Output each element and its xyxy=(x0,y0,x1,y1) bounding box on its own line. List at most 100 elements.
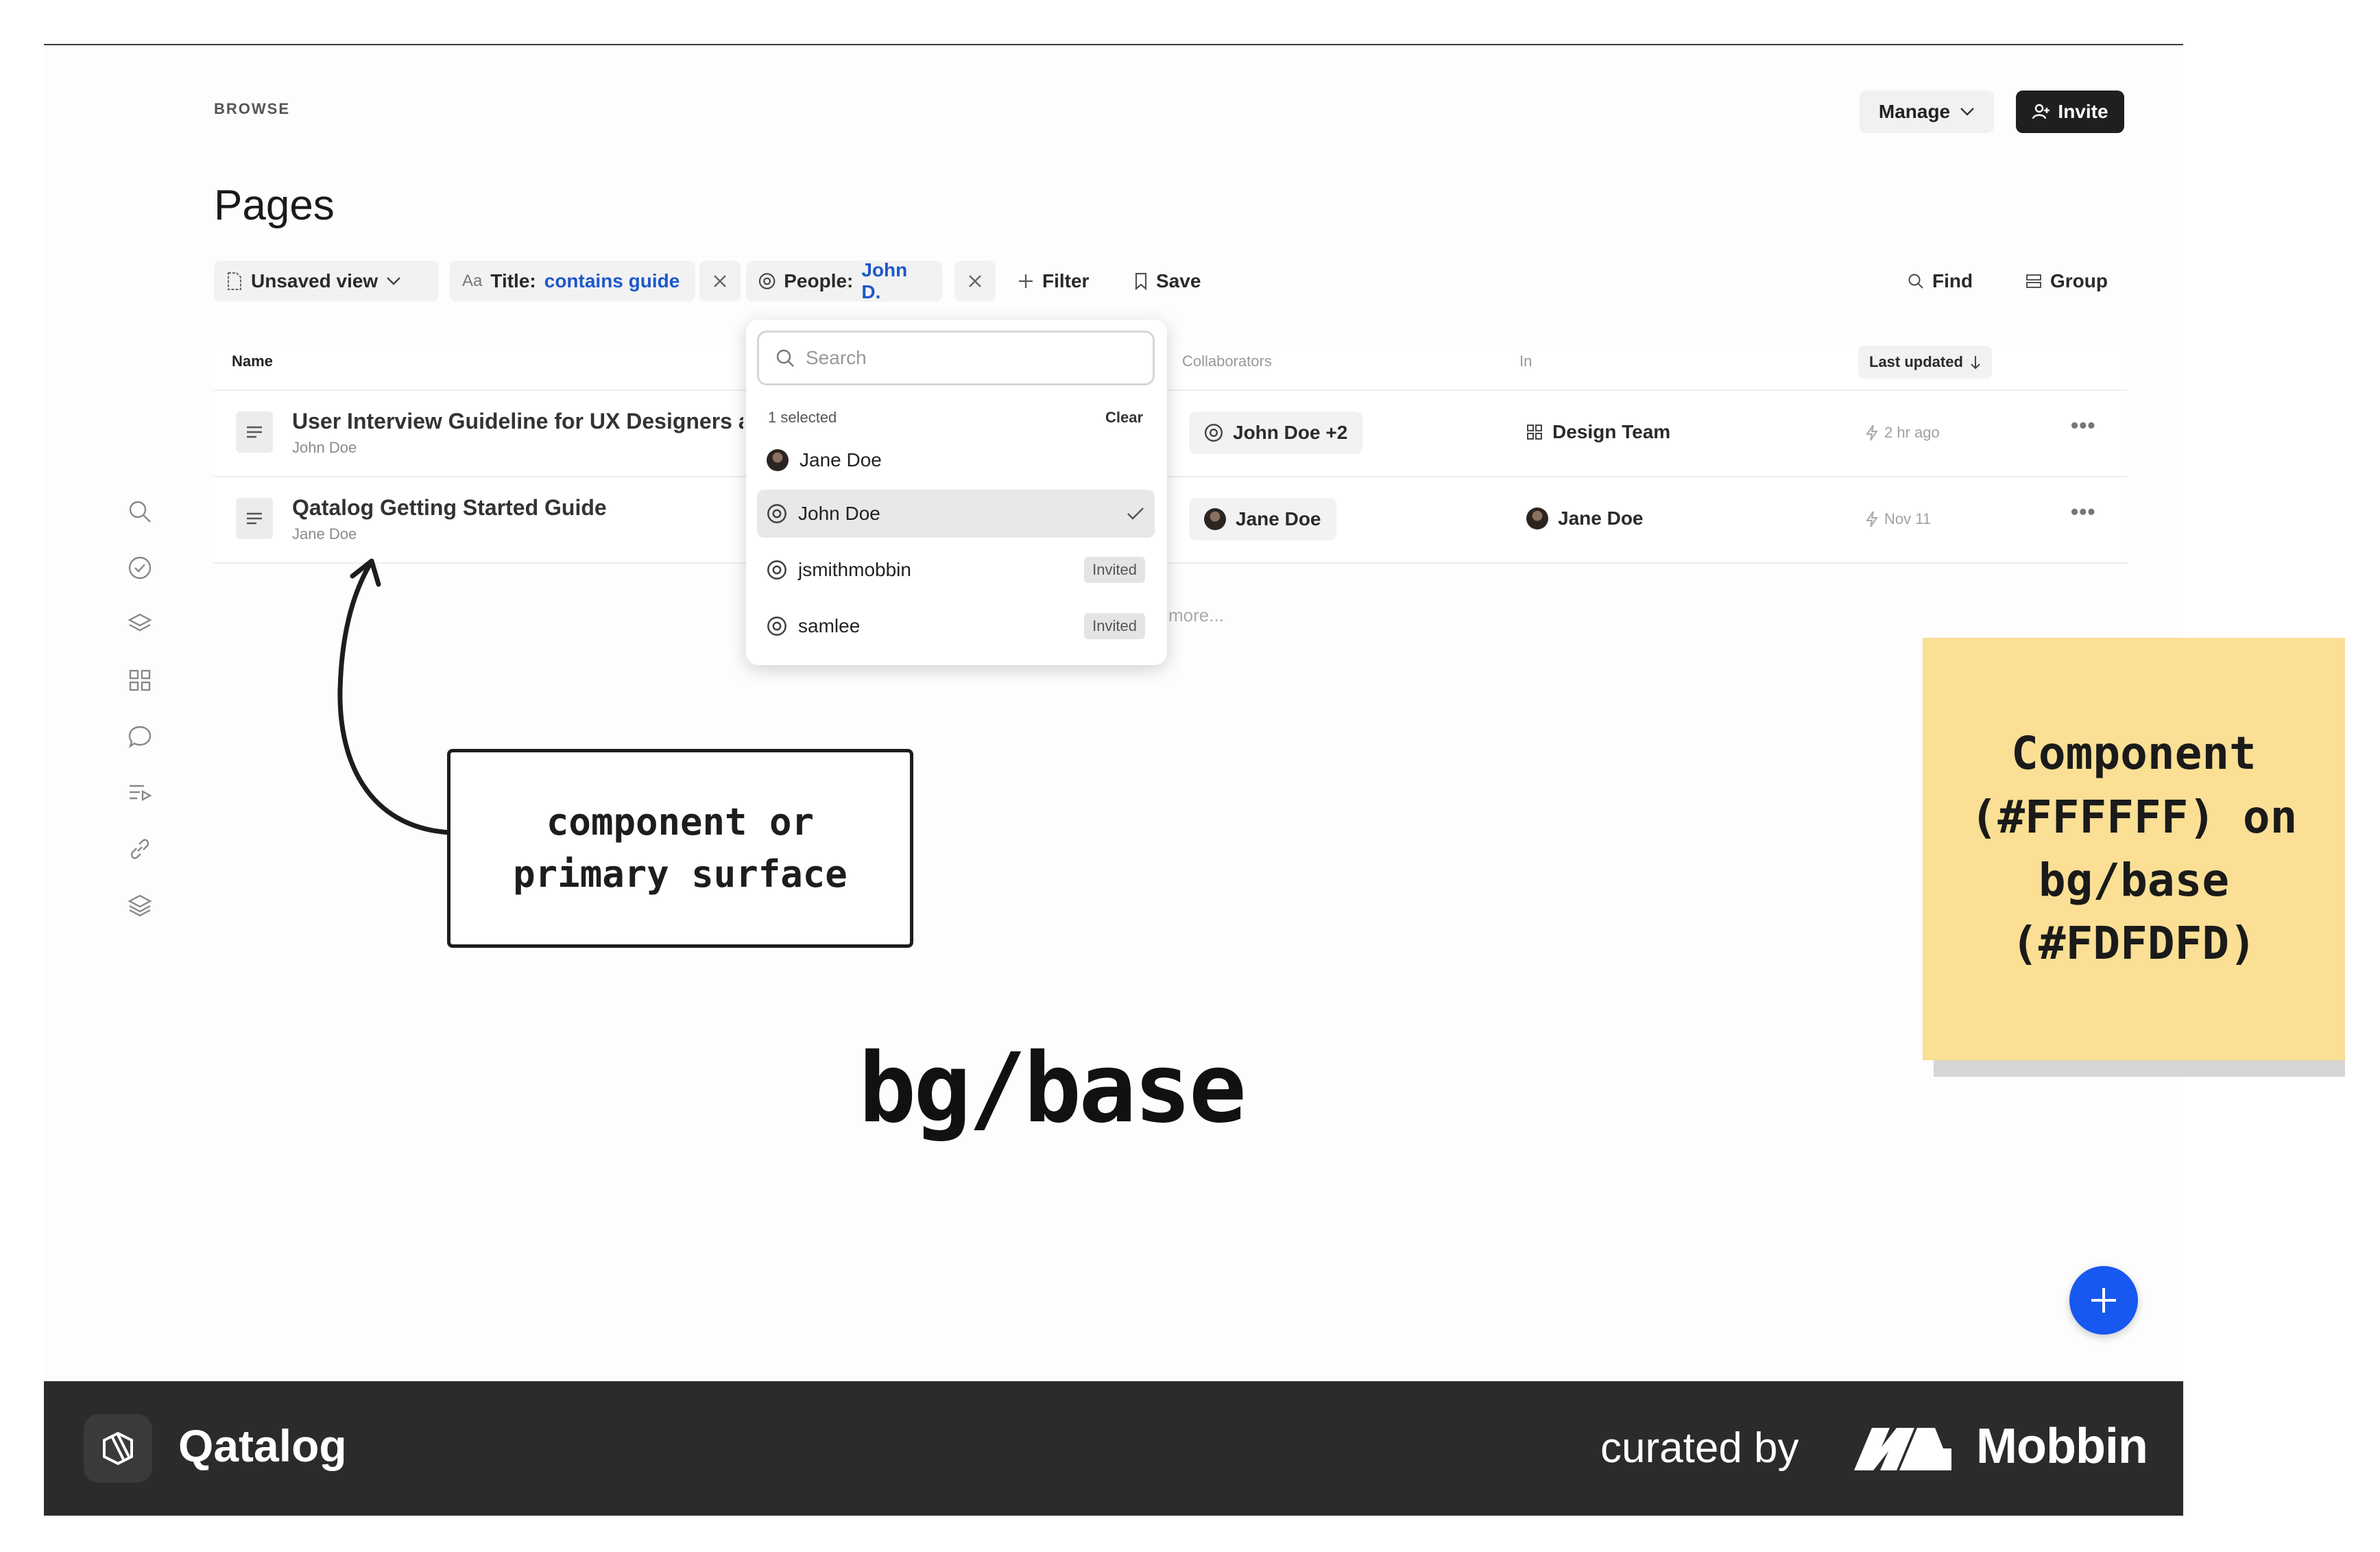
plus-icon xyxy=(1019,274,1033,288)
more-options-icon[interactable]: ••• xyxy=(2071,413,2096,438)
grid-icon xyxy=(1527,425,1542,440)
text-lines-icon xyxy=(247,512,262,525)
invite-button[interactable]: Invite xyxy=(2016,91,2124,133)
dropdown-search-field[interactable]: Search xyxy=(757,331,1155,385)
location-label: Design Team xyxy=(1552,421,1671,442)
group-button[interactable]: Group xyxy=(2026,261,2108,302)
people-filter-value: John D. xyxy=(861,259,908,302)
search-icon xyxy=(1908,274,1923,289)
mobbin-logo-icon xyxy=(1854,1428,1951,1470)
sticky-line: (#FDFDFD) xyxy=(2011,917,2257,970)
chat-bubble-icon[interactable] xyxy=(126,723,154,750)
table-row-title[interactable]: Qatalog Getting Started Guide xyxy=(292,495,743,521)
remove-title-filter-button[interactable] xyxy=(699,261,741,302)
playlist-icon[interactable] xyxy=(126,779,154,807)
invited-badge: Invited xyxy=(1084,613,1145,639)
more-results-link[interactable]: more... xyxy=(1168,605,1224,626)
table-row-title[interactable]: User Interview Guideline for UX Designer… xyxy=(292,409,743,434)
title-filter-value: contains guide xyxy=(544,270,680,291)
collaborators-pill[interactable]: Jane Doe xyxy=(1189,498,1336,540)
people-filter-chip[interactable]: People: John D. xyxy=(746,259,942,302)
plus-icon xyxy=(2091,1288,2116,1313)
add-user-icon xyxy=(2032,104,2050,119)
page-icon xyxy=(236,411,273,453)
people-filter-prefix: People: xyxy=(784,270,854,291)
location-cell[interactable]: Jane Doe xyxy=(1526,508,1644,529)
updated-label: 2 hr ago xyxy=(1884,424,1940,441)
table-divider xyxy=(214,562,2127,564)
find-label: Find xyxy=(1932,270,1973,291)
invite-label: Invite xyxy=(2058,101,2108,122)
location-cell[interactable]: Design Team xyxy=(1526,421,1670,443)
collaborators-pill[interactable]: John Doe +2 xyxy=(1189,411,1363,454)
page-title: Pages xyxy=(214,182,335,229)
column-header-in[interactable]: In xyxy=(1519,353,1532,370)
at-sign-icon xyxy=(1204,423,1223,442)
brand-name: Mobbin xyxy=(1976,1419,2148,1474)
page-icon xyxy=(236,498,273,539)
curated-by-label: curated by xyxy=(1600,1424,1799,1472)
sticky-line: bg/base xyxy=(2038,854,2230,907)
view-selector[interactable]: Unsaved view xyxy=(214,261,439,302)
callout-line: component or xyxy=(546,800,815,844)
app-name: Qatalog xyxy=(178,1420,347,1471)
option-label: samlee xyxy=(798,615,861,636)
column-header-last-updated[interactable]: Last updated xyxy=(1858,346,1992,379)
updated-cell: 2 hr ago xyxy=(1865,424,1940,442)
collaborators-label: Jane Doe xyxy=(1236,508,1321,529)
more-options-icon[interactable]: ••• xyxy=(2071,499,2096,525)
dropdown-option-selected[interactable]: John Doe xyxy=(757,490,1155,538)
avatar xyxy=(1526,508,1548,529)
dropdown-option[interactable]: samlee Invited xyxy=(757,602,1155,650)
qatalog-logo-icon xyxy=(84,1414,152,1483)
text-lines-icon xyxy=(247,426,262,438)
people-dropdown: Search 1 selected Clear Jane Doe John Do… xyxy=(746,320,1167,665)
search-icon[interactable] xyxy=(126,498,154,525)
manage-button[interactable]: Manage xyxy=(1860,91,1994,133)
link-icon[interactable] xyxy=(126,835,154,863)
updated-label: Nov 11 xyxy=(1884,510,1932,527)
avatar xyxy=(1204,508,1226,530)
group-label: Group xyxy=(2050,270,2108,291)
view-label: Unsaved view xyxy=(251,270,378,291)
dropdown-option[interactable]: Jane Doe xyxy=(757,436,1155,484)
updated-cell: Nov 11 xyxy=(1865,510,1931,528)
arrow-down-icon xyxy=(1971,356,1980,370)
create-button[interactable] xyxy=(2069,1266,2138,1335)
at-sign-icon xyxy=(767,617,786,636)
remove-people-filter-button[interactable] xyxy=(954,261,996,302)
annotation-callout: component or primary surface xyxy=(447,749,913,948)
sticky-note: Component (#FFFFFF) on bg/base (#FDFDFD) xyxy=(1923,638,2345,1060)
table-row-author: John Doe xyxy=(292,439,357,456)
layers-icon[interactable] xyxy=(126,892,154,919)
group-icon xyxy=(2026,274,2041,288)
column-header-collaborators[interactable]: Collaborators xyxy=(1182,353,1272,370)
sticky-line: (#FFFFFF) on xyxy=(1970,790,2298,844)
footer-bar: Qatalog curated by Mobbin xyxy=(44,1381,2183,1516)
save-view-button[interactable]: Save xyxy=(1134,261,1201,302)
find-button[interactable]: Find xyxy=(1908,261,1973,302)
grid-icon[interactable] xyxy=(126,667,154,694)
filter-label: Filter xyxy=(1042,270,1090,291)
option-label: John Doe xyxy=(798,503,880,524)
table-row-author: Jane Doe xyxy=(292,525,357,542)
add-filter-button[interactable]: Filter xyxy=(1018,261,1089,302)
pages-table xyxy=(214,344,2127,564)
app-window: BROWSE Manage Invite Pages Unsaved view … xyxy=(44,44,2183,1518)
collaborators-label: John Doe +2 xyxy=(1233,422,1348,443)
column-header-name[interactable]: Name xyxy=(232,353,273,370)
table-divider xyxy=(214,390,2127,391)
layers-icon[interactable] xyxy=(126,610,154,638)
title-filter-prefix: Title: xyxy=(490,270,536,291)
dropdown-option[interactable]: jsmithmobbin Invited xyxy=(757,546,1155,594)
check-circle-icon[interactable] xyxy=(126,554,154,582)
avatar xyxy=(767,449,789,471)
checkmark-icon xyxy=(1127,508,1144,520)
lightning-icon xyxy=(1866,425,1878,441)
clear-selection-button[interactable]: Clear xyxy=(1105,409,1143,427)
manage-label: Manage xyxy=(1878,101,1951,122)
option-label: jsmithmobbin xyxy=(798,559,911,580)
bookmark-icon xyxy=(1135,272,1147,290)
title-filter-chip[interactable]: Aa Title: contains guide xyxy=(450,261,695,302)
option-label: Jane Doe xyxy=(800,449,882,470)
